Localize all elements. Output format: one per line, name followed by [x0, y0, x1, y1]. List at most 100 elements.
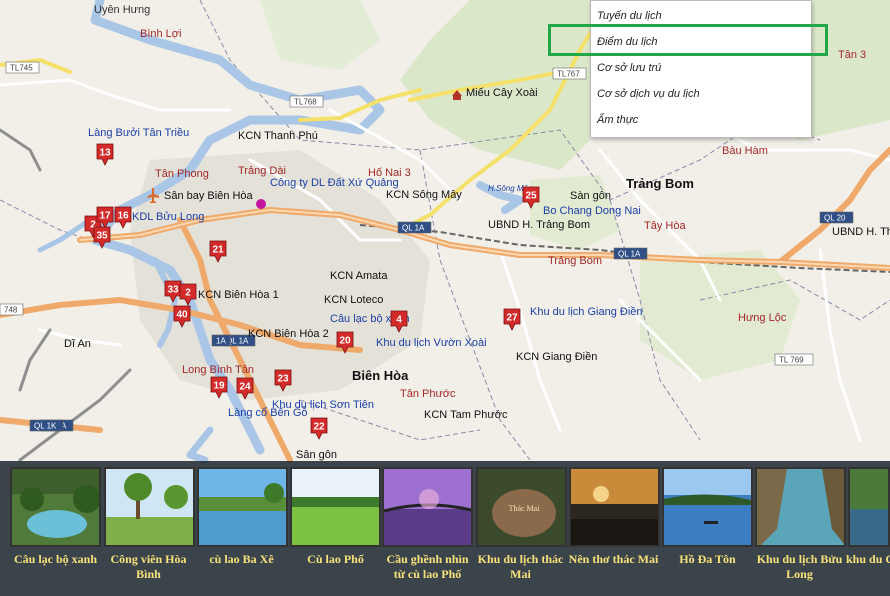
thumbnail-8[interactable]: [662, 467, 753, 547]
place-cong-ty-dl: Công ty DL Đất Xứ Quảng: [270, 177, 399, 189]
place-kcn-thanh-phu: KCN Thanh Phú: [238, 130, 318, 142]
road-shield-11: 1A: [211, 334, 231, 347]
place-hung-loc: Hưng Lộc: [738, 312, 787, 324]
place-kcn-giang-dien: KCN Giang Điền: [516, 351, 597, 363]
place-ubnd-trang-bom: UBND H. Trảng Bom: [488, 219, 590, 231]
place-di-an: Dĩ An: [64, 338, 91, 350]
svg-text:748: 748: [4, 306, 18, 315]
thumbnail-4[interactable]: [290, 467, 381, 547]
road-shield-9: TL 769: [774, 353, 814, 366]
place-trang-bom-red: Trảng Bom: [548, 255, 602, 267]
svg-text:TL745: TL745: [10, 64, 33, 73]
road-shield-0: TL745: [5, 61, 40, 74]
svg-text:QL 1K: QL 1K: [34, 422, 57, 431]
thumbnail-1[interactable]: [10, 467, 101, 547]
marker-number: 17: [99, 211, 111, 222]
thumbnail-caption-6[interactable]: Khu du lịch thác Mai: [473, 552, 568, 582]
svg-text:TL 769: TL 769: [779, 356, 804, 365]
road-shield-7: QL 1K: [29, 419, 64, 432]
menu-item-am-thuc[interactable]: Ẩm thực: [597, 114, 638, 126]
category-menu[interactable]: Tuyến du lịch Điểm du lịch Cơ sở lưu trú…: [590, 0, 812, 138]
svg-text:TL767: TL767: [557, 70, 580, 79]
menu-item-tuyen-du-lich[interactable]: Tuyến du lịch: [597, 10, 662, 22]
place-kdl-vuon-xoai: Khu du lịch Vườn Xoài: [376, 337, 487, 349]
place-kcn-bien-hoa-1: KCN Biên Hòa 1: [198, 289, 279, 301]
place-ubnd-thong-nhat: UBND H. Thống Nh: [832, 226, 890, 238]
place-bien-hoa: Biên Hòa: [352, 368, 409, 383]
thumbnail-9[interactable]: [755, 467, 846, 547]
menu-item-co-so-luu-tru[interactable]: Cơ sở lưu trú: [597, 62, 661, 74]
thumbnail-caption-2[interactable]: Công viên Hòa Bình: [101, 552, 196, 582]
thumbnail-3[interactable]: [197, 467, 288, 547]
marker-number: 23: [277, 374, 289, 385]
thumbnail-caption-4[interactable]: Cù lao Phố: [288, 552, 383, 567]
place-kdl-giang-dien: Khu du lịch Giang Điền: [530, 306, 643, 318]
thumbnail-caption-10[interactable]: khu du Gian: [846, 552, 890, 567]
place-kcn-tam-phuoc: KCN Tam Phước: [424, 409, 508, 421]
thumbnail-7[interactable]: [569, 467, 660, 547]
marker-number: 22: [313, 422, 325, 433]
thumbnail-caption-1[interactable]: Câu lạc bộ xanh: [8, 552, 103, 567]
svg-text:Thác Mai: Thác Mai: [509, 504, 541, 513]
marker-number: 21: [212, 245, 224, 256]
thumbnail-5[interactable]: [382, 467, 473, 547]
thumbnail-2[interactable]: [104, 467, 195, 547]
place-kcn-amata: KCN Amata: [330, 270, 388, 282]
svg-text:1A: 1A: [216, 337, 226, 346]
svg-text:QL 20: QL 20: [824, 214, 846, 223]
thumbnail-caption-3[interactable]: cù lao Ba Xê: [194, 552, 289, 567]
marker-number: 25: [525, 191, 537, 202]
menu-selection-highlight: [548, 24, 828, 56]
place-binh-loi: Bình Lợi: [140, 28, 181, 40]
marker-number: 4: [396, 315, 402, 326]
place-tan-3: Tân 3: [838, 49, 866, 61]
marker-number: 16: [117, 211, 129, 222]
marker-number: 35: [96, 231, 108, 242]
thumbnail-strip[interactable]: Thác Mai Câu lạc bộ xanh Công viên Hòa B…: [0, 461, 890, 596]
road-shield-5: QL 1A: [613, 247, 648, 260]
place-trang-dai: Trảng Dài: [238, 165, 286, 177]
thumbnail-caption-7[interactable]: Nên thơ thác Mai: [566, 552, 661, 567]
place-kdl-son-tien: Khu du lịch Sơn Tiên: [272, 399, 374, 411]
place-tay-hoa: Tây Hòa: [644, 220, 686, 232]
place-long-binh-tan: Long Bình Tân: [182, 364, 254, 376]
poi-star-icon: [256, 199, 266, 209]
place-kdl-buu-long: KDL Bửu Long: [132, 211, 204, 223]
marker-number: 40: [176, 310, 188, 321]
place-kcn-song-may: KCN Sông Mây: [386, 189, 462, 201]
svg-text:QL 1A: QL 1A: [402, 224, 425, 233]
marker-number: 24: [239, 382, 251, 393]
road-shield-1: TL768: [289, 95, 324, 108]
place-tam-phuoc: Tân Phước: [400, 388, 456, 400]
place-san-gon-2: Sàn gôn: [570, 190, 611, 202]
place-kcn-bien-hoa-2: KCN Biên Hòa 2: [248, 328, 329, 340]
place-bo-chang: Bo Chang Dong Nai: [543, 205, 641, 217]
marker-number: 13: [99, 148, 111, 159]
marker-number: 33: [167, 285, 179, 296]
place-uyen-hung: Uyên Hưng: [94, 4, 150, 16]
place-trang-bom: Trảng Bom: [626, 176, 694, 191]
svg-text:TL768: TL768: [294, 98, 317, 107]
marker-number: 19: [213, 381, 225, 392]
place-bau-ham: Bàu Hàm: [722, 145, 768, 157]
road-shield-2: TL767: [552, 67, 587, 80]
marker-number: 2: [185, 288, 191, 299]
place-san-bay-bien-hoa: Sân bay Biên Hòa: [164, 190, 254, 202]
place-san-gon: Sân gôn: [296, 449, 337, 461]
place-lang-buoi-tan-trieu: Làng Bưởi Tân Triều: [88, 127, 189, 139]
road-shield-10: 748: [0, 303, 24, 316]
thumbnail-caption-5[interactable]: Cầu ghềnh nhìn từ cù lao Phố: [380, 552, 475, 582]
place-mieu-cay-xoai: Miếu Cây Xoài: [466, 87, 538, 99]
thumbnail-caption-9[interactable]: Khu du lịch Bửu Long: [752, 552, 847, 582]
marker-number: 20: [339, 336, 351, 347]
place-kcn-loteco: KCN Loteco: [324, 294, 383, 306]
road-shield-8: QL 20: [819, 211, 854, 224]
thumbnail-caption-8[interactable]: Hồ Đa Tôn: [660, 552, 755, 567]
place-tan-phong: Tân Phong: [155, 168, 209, 180]
marker-number: 27: [506, 313, 518, 324]
thumbnail-10[interactable]: [848, 467, 890, 547]
road-shield-3: QL 1A: [397, 221, 432, 234]
svg-text:QL 1A: QL 1A: [618, 250, 641, 259]
menu-item-co-so-dich-vu[interactable]: Cơ sở dịch vụ du lịch: [597, 88, 700, 100]
thumbnail-6[interactable]: Thác Mai: [476, 467, 567, 547]
